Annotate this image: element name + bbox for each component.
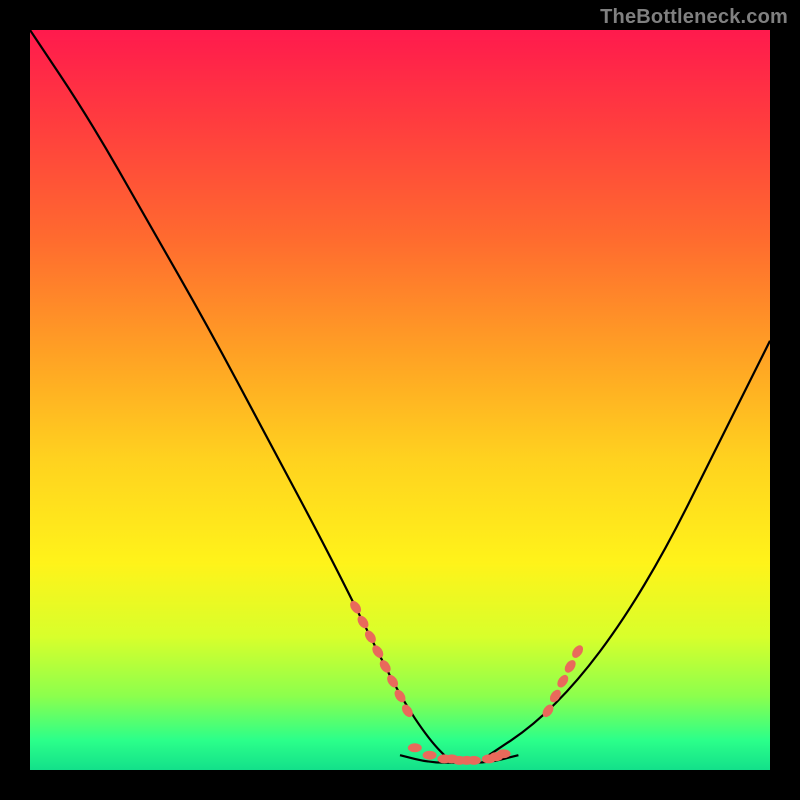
- marker-left-5: [385, 673, 400, 690]
- marker-left-1: [355, 614, 370, 631]
- marker-right-1: [548, 688, 563, 705]
- marker-bottom-0: [408, 743, 422, 752]
- app-stage: TheBottleneck.com: [0, 0, 800, 800]
- marker-left-2: [363, 628, 378, 645]
- marker-bottom-1: [423, 751, 437, 760]
- curve-group: [30, 30, 770, 763]
- chart-svg: [30, 30, 770, 770]
- marker-group: [348, 599, 585, 765]
- site-watermark: TheBottleneck.com: [600, 6, 788, 29]
- chart-curve-left-descending-curve: [30, 30, 452, 763]
- marker-left-3: [370, 643, 385, 660]
- chart-plot-area: [30, 30, 770, 770]
- marker-left-4: [377, 658, 392, 675]
- chart-curve-right-ascending-curve: [489, 341, 770, 755]
- marker-left-0: [348, 599, 363, 616]
- marker-bottom-9: [497, 749, 511, 758]
- marker-right-4: [570, 643, 585, 660]
- marker-right-2: [555, 673, 570, 690]
- marker-right-3: [562, 658, 577, 675]
- marker-bottom-6: [467, 756, 481, 765]
